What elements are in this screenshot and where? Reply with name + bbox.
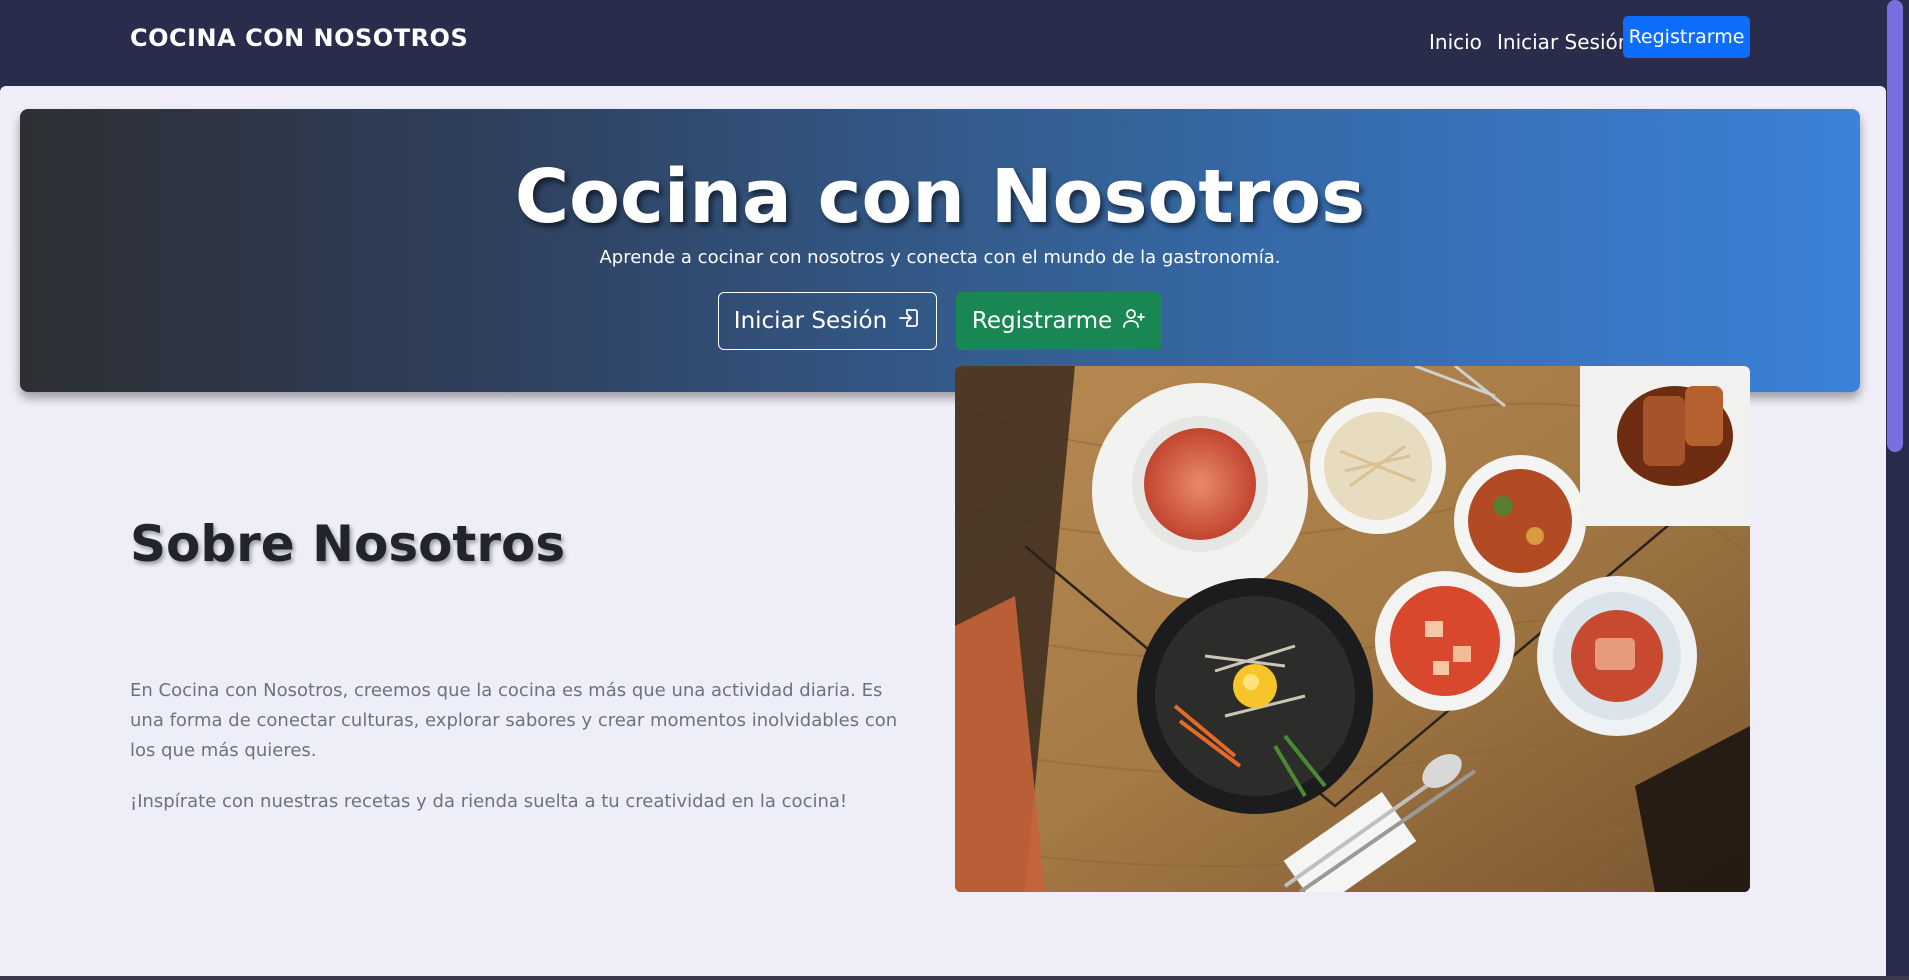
hero-subtitle: Aprende a cocinar con nosotros y conecta… — [599, 247, 1281, 268]
hero-register-label: Registrarme — [971, 308, 1113, 334]
nav-register-button[interactable]: Registrarme — [1623, 16, 1750, 58]
browser-viewport: COCINA CON NOSOTROS Inicio Iniciar Sesió… — [0, 0, 1909, 980]
about-title: Sobre Nosotros — [130, 515, 566, 573]
hero-register-button[interactable]: Registrarme — [956, 292, 1162, 350]
about-paragraph-2: ¡Inspírate con nuestras recetas y da rie… — [130, 791, 848, 812]
about-paragraph-1: En Cocina con Nosotros, creemos que la c… — [130, 680, 898, 761]
hero-banner: Cocina con Nosotros Aprende a cocinar co… — [20, 109, 1860, 392]
navbar: COCINA CON NOSOTROS Inicio Iniciar Sesió… — [0, 0, 1886, 86]
main-content: Cocina con Nosotros Aprende a cocinar co… — [0, 86, 1886, 978]
box-arrow-in-right-icon — [897, 306, 921, 336]
nav-link-iniciar-sesion[interactable]: Iniciar Sesión — [1497, 30, 1630, 54]
person-plus-icon — [1122, 306, 1146, 336]
window-bottom-edge — [0, 976, 1909, 980]
nav-link-inicio[interactable]: Inicio — [1429, 30, 1482, 54]
hero-login-label: Iniciar Sesión — [733, 308, 888, 334]
brand-logo-text[interactable]: COCINA CON NOSOTROS — [130, 24, 468, 52]
scrollbar-thumb[interactable] — [1887, 0, 1903, 452]
food-image — [955, 366, 1750, 892]
hero-title: Cocina con Nosotros — [514, 154, 1366, 240]
hero-login-button[interactable]: Iniciar Sesión — [718, 292, 937, 350]
